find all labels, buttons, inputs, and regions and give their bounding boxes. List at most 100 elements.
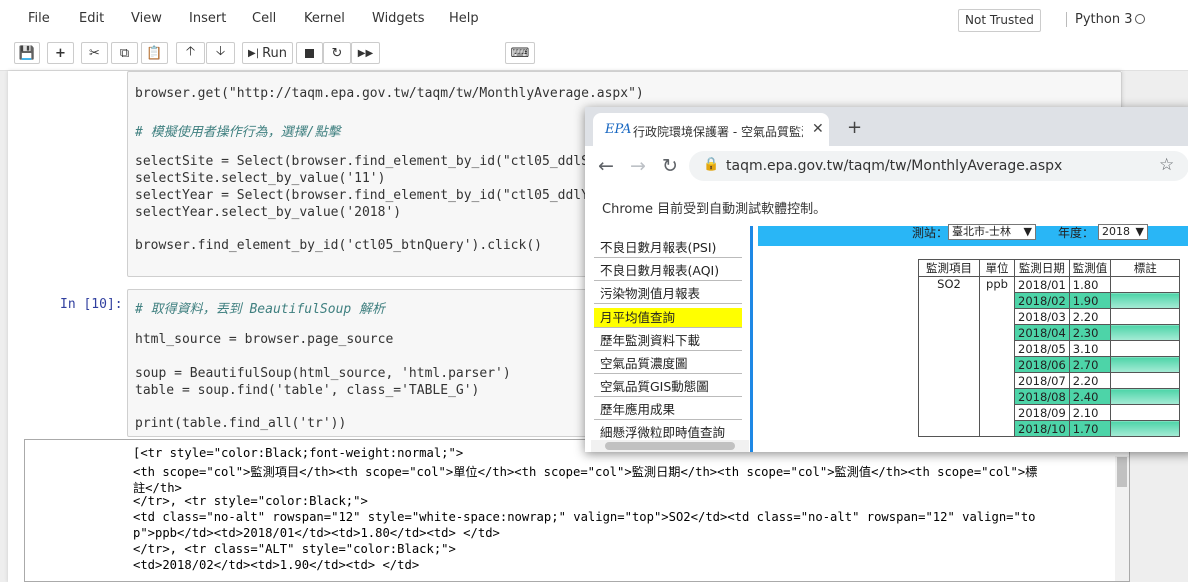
header-item: 監測項目 [918,259,980,277]
plus-icon: + [55,45,66,61]
cell-output: [<tr style="color:Black;font-weight:norm… [24,439,1130,582]
horizontal-scrollbar[interactable] [591,440,749,452]
note-cell [1110,388,1181,405]
query-bar: 測站： 臺北市-士林 ▼ 年度： 2018 ▼ [758,224,1188,246]
restart-run-all-button[interactable]: ▶▶ [351,42,380,64]
note-cell [1110,324,1181,341]
menu-view[interactable]: View [131,11,162,26]
cut-button[interactable]: ✂ [81,42,108,64]
code-line: browser.find_element_by_id('ctl05_btnQue… [135,238,542,253]
output-scrollbar[interactable] [1115,456,1129,581]
save-button[interactable]: 💾 [14,42,40,64]
menu-kernel[interactable]: Kernel [304,11,345,26]
date-cell: 2018/03 [1014,308,1070,325]
command-palette-button[interactable]: ⌨ [505,42,535,64]
run-button[interactable]: ▶| Run [242,42,293,64]
keyboard-icon: ⌨ [510,45,530,61]
restart-button[interactable]: ↻ [323,42,351,64]
year-label: 年度： [1058,226,1095,240]
interrupt-button[interactable] [296,42,323,64]
value-cell: 1.70 [1068,420,1112,437]
insert-cell-button[interactable]: + [47,42,74,64]
code-line: selectSite.select_by_value('11') [135,171,386,186]
input-prompt: In [10]: [60,297,123,312]
lock-icon[interactable]: 🔒 [703,157,719,172]
browser-tab[interactable]: EPA 行政院環境保護署 - 空氣品質監測網 ✕ [593,113,829,146]
note-cell [1110,308,1181,325]
paste-icon: 📋 [146,45,163,61]
code-comment: # 取得資料，丟到 BeautifulSoup 解析 [135,302,386,317]
menu-item-data-download[interactable]: 歷年監測資料下載 [594,331,742,351]
url-text: taqm.epa.gov.tw/taqm/tw/MonthlyAverage.a… [726,158,1063,174]
move-down-button[interactable]: 🡣 [206,42,235,64]
header-date: 監測日期 [1014,259,1070,277]
year-select[interactable]: 2018 ▼ [1098,224,1148,240]
date-cell: 2018/02 [1014,292,1070,309]
value-cell: 2.20 [1068,308,1112,325]
note-cell [1110,340,1181,357]
paste-button[interactable]: 📋 [141,42,168,64]
new-tab-icon[interactable]: + [847,117,862,138]
back-icon[interactable]: ← [598,155,614,177]
copy-button[interactable]: ⧉ [111,42,138,64]
scissors-icon: ✂ [89,45,100,61]
tab-title: 行政院環境保護署 - 空氣品質監測網 [633,125,803,139]
note-cell [1110,372,1181,389]
table-row: SO2 ppb 2018/01 1.80 [918,276,1181,437]
note-cell [1110,356,1181,373]
date-cell: 2018/05 [1014,340,1070,357]
menu-item-pollutant-report[interactable]: 污染物測值月報表 [594,284,742,304]
date-cell: 2018/09 [1014,404,1070,421]
menu-file[interactable]: File [28,11,50,26]
note-cell [1110,276,1181,293]
epa-favicon: EPA [605,122,632,137]
menu-item-monthly-average[interactable]: 月平均值查詢 [594,308,742,328]
site-select[interactable]: 臺北市-士林 ▼ [948,224,1036,240]
menu-item-applications[interactable]: 歷年應用成果 [594,400,742,420]
output-line: <th scope="col">監測項目</th><th scope="col"… [133,465,1038,479]
output-line: p">ppb</td><td>2018/01</td><td>1.80</td>… [133,526,500,540]
code-line: soup = BeautifulSoup(html_source, 'html.… [135,366,511,381]
step-forward-icon: ▶| [248,47,260,59]
stop-icon [305,48,314,58]
code-line: html_source = browser.page_source [135,332,394,347]
date-cell: 2018/08 [1014,388,1070,405]
move-up-button[interactable]: 🡡 [176,42,205,64]
close-tab-icon[interactable]: ✕ [812,121,824,137]
menu-item-concentration-map[interactable]: 空氣品質濃度圖 [594,354,742,374]
note-cell [1110,404,1181,421]
reload-icon[interactable]: ↻ [662,155,678,177]
not-trusted-button[interactable]: Not Trusted [958,9,1041,32]
output-line: [<tr style="color:Black;font-weight:norm… [133,446,464,460]
chrome-omnibar: ← → ↻ 🔒 taqm.epa.gov.tw/taqm/tw/MonthlyA… [585,146,1188,187]
star-icon[interactable]: ☆ [1159,155,1174,175]
automation-infobar: Chrome 目前受到自動測試軟體控制。 [585,186,1188,227]
address-bar[interactable]: 🔒 taqm.epa.gov.tw/taqm/tw/MonthlyAverage… [689,151,1188,181]
date-cell: 2018/01 [1014,276,1070,293]
scrollbar-thumb[interactable] [605,442,735,450]
menu-help[interactable]: Help [449,11,479,26]
code-line: print(table.find_all('tr')) [135,416,347,431]
menu-item-gis-map[interactable]: 空氣品質GIS動態圖 [594,377,742,397]
year-value: 2018 [1102,225,1130,238]
arrow-up-icon: 🡡 [185,44,196,59]
menu-item-psi-report[interactable]: 不良日數月報表(PSI) [594,238,742,258]
chevron-down-icon: ▼ [1135,225,1144,238]
note-cell [1110,420,1181,437]
scrollbar-thumb[interactable] [1117,457,1127,487]
menu-widgets[interactable]: Widgets [372,11,425,26]
epa-sidebar-menu: 不良日數月報表(PSI) 不良日數月報表(AQI) 污染物測值月報表 月平均值查… [591,226,753,452]
menu-cell[interactable]: Cell [252,11,276,26]
restart-icon: ↻ [331,45,343,61]
date-cell: 2018/04 [1014,324,1070,341]
code-line: browser.get("http://taqm.epa.gov.tw/taqm… [135,86,644,101]
chrome-tabstrip: EPA 行政院環境保護署 - 空氣品質監測網 ✕ + [585,107,1188,146]
forward-icon[interactable]: → [630,155,646,177]
menu-item-aqi-report[interactable]: 不良日數月報表(AQI) [594,261,742,281]
menu-insert[interactable]: Insert [189,11,226,26]
value-cell: 2.40 [1068,388,1112,405]
value-cell: 2.20 [1068,372,1112,389]
value-cell: 2.30 [1068,324,1112,341]
menu-edit[interactable]: Edit [79,11,104,26]
site-value: 臺北市-士林 [952,225,1011,238]
